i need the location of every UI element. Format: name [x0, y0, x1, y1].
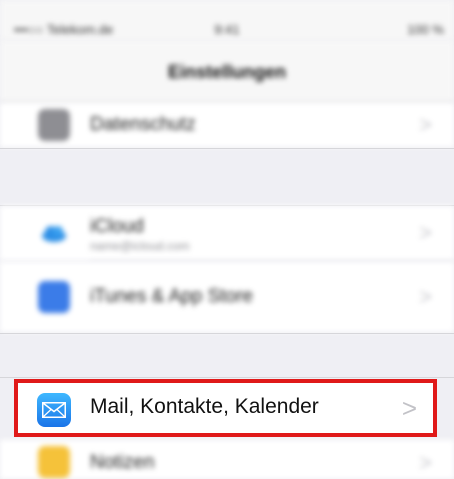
- section-divider: [0, 333, 454, 334]
- settings-row-label: iTunes & App Store: [90, 286, 254, 307]
- highlight-frame: Mail, Kontakte, Kalender >: [14, 379, 437, 437]
- status-time: 9:41: [214, 22, 240, 37]
- page-title: Einstellungen: [167, 62, 286, 82]
- settings-row-label: Datenschutz: [90, 114, 196, 135]
- chevron-right-icon: >: [419, 220, 432, 245]
- settings-row-datenschutz[interactable]: Datenschutz >: [0, 103, 454, 147]
- cloud-icon: [38, 217, 70, 249]
- settings-row-label: Mail, Kontakte, Kalender: [90, 395, 319, 418]
- settings-row-label: iCloud: [90, 216, 144, 237]
- chevron-right-icon: >: [419, 450, 432, 475]
- hand-icon: [38, 109, 70, 141]
- settings-row-itunes[interactable]: iTunes & App Store >: [0, 262, 454, 332]
- battery-indicator: 100 %: [407, 22, 444, 37]
- section-divider: [0, 377, 454, 378]
- settings-row-label: Notizen: [90, 452, 155, 473]
- mail-icon: [37, 393, 71, 427]
- chevron-right-icon: >: [419, 112, 432, 137]
- chevron-right-icon: >: [419, 284, 432, 309]
- section-divider: [0, 148, 454, 149]
- settings-row-mail[interactable]: Mail, Kontakte, Kalender >: [18, 383, 433, 433]
- settings-row-sublabel: name@icloud.com: [90, 239, 190, 253]
- notes-icon: [38, 446, 70, 478]
- settings-row-notizen[interactable]: Notizen >: [0, 440, 454, 479]
- status-bar: •••○○ Telekom.de 9:41 100 %: [0, 0, 454, 40]
- navigation-bar: Einstellungen: [0, 40, 454, 103]
- app-store-icon: [38, 281, 70, 313]
- chevron-right-icon: >: [401, 393, 417, 423]
- settings-row-icloud[interactable]: iCloud name@icloud.com >: [0, 206, 454, 260]
